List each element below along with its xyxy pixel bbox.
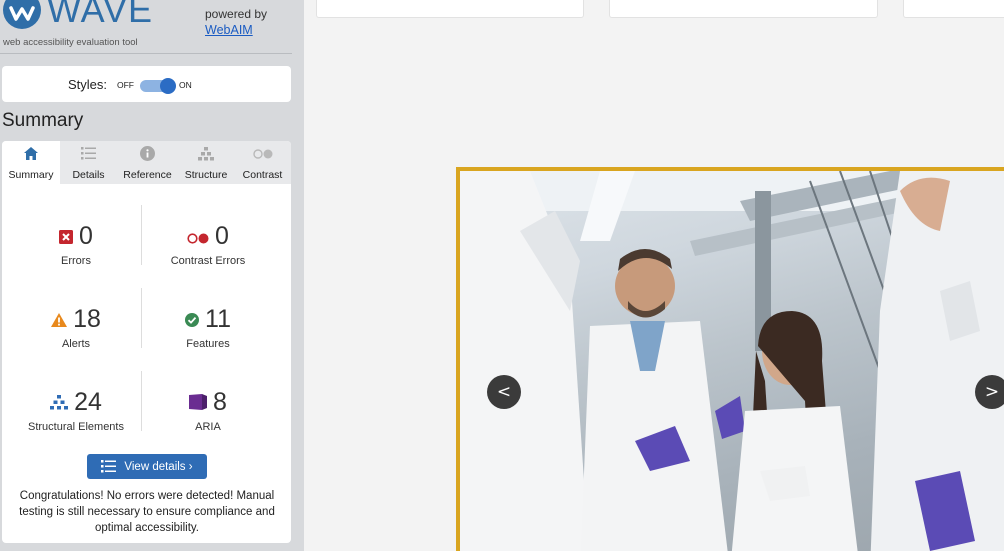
congratulations-message: Congratulations! No errors were detected… <box>19 490 275 534</box>
features-stat[interactable]: 11 Features <box>143 304 273 350</box>
contrast-icon <box>234 146 291 161</box>
contrast-error-icon <box>187 222 209 251</box>
tab-label: Details <box>72 169 105 181</box>
aria-count: 8 <box>213 387 227 416</box>
features-count: 11 <box>205 304 231 333</box>
tab-label: Summary <box>8 169 54 181</box>
wave-tagline: web accessibility evaluation tool <box>3 37 138 48</box>
contrast-errors-count: 0 <box>215 221 229 250</box>
info-icon <box>117 146 178 161</box>
structural-elements-label: Structural Elements <box>28 421 124 433</box>
stats-divider <box>141 371 142 431</box>
powered-by-label: powered by <box>205 7 268 21</box>
summary-panel: Summary Details Reference Structure Cont… <box>2 141 291 543</box>
lab-scientists-photo <box>460 171 1004 551</box>
list-icon <box>60 146 117 161</box>
carousel-next-button[interactable]: > <box>975 375 1004 409</box>
stats-divider <box>141 205 142 265</box>
errors-stat[interactable]: 0 Errors <box>11 221 141 267</box>
tab-details[interactable]: Details <box>60 141 117 184</box>
wave-sidebar: WAVE web accessibility evaluation tool p… <box>0 0 304 551</box>
view-details-label: View details › <box>124 460 193 473</box>
features-label: Features <box>186 338 230 350</box>
feature-icon <box>185 305 200 334</box>
structure-icon <box>50 388 69 417</box>
structural-elements-count: 24 <box>74 387 102 416</box>
aria-label: ARIA <box>195 421 221 433</box>
error-icon <box>59 222 74 251</box>
tab-contrast[interactable]: Contrast <box>234 141 291 184</box>
alert-icon <box>51 305 68 334</box>
webaim-link[interactable]: WebAIM <box>205 23 253 37</box>
wave-logo-icon <box>3 0 41 29</box>
aria-stat[interactable]: 8 ARIA <box>143 387 273 433</box>
tab-summary[interactable]: Summary <box>2 141 60 184</box>
styles-toggle-box: Styles: OFF ON <box>2 66 291 102</box>
alerts-label: Alerts <box>61 338 91 350</box>
list-icon <box>101 460 117 473</box>
top-card <box>609 0 878 18</box>
home-icon <box>2 146 60 161</box>
wave-logo-text: WAVE <box>47 0 154 30</box>
summary-heading: Summary <box>2 110 84 131</box>
errors-count: 0 <box>79 221 93 250</box>
styles-label: Styles: <box>68 77 108 92</box>
structural-elements-stat[interactable]: 24 Structural Elements <box>11 387 141 434</box>
wave-header: WAVE web accessibility evaluation tool p… <box>0 0 292 54</box>
alerts-stat[interactable]: 18 Alerts <box>11 304 141 350</box>
hero-image-carousel: < > <box>456 167 1004 551</box>
tab-reference[interactable]: Reference <box>117 141 178 184</box>
tab-label: Contrast <box>242 169 283 181</box>
view-details-button[interactable]: View details › <box>87 454 207 479</box>
tab-label: Reference <box>123 169 172 181</box>
structure-icon <box>178 146 234 161</box>
tab-label: Structure <box>184 169 228 181</box>
panel-tabs: Summary Details Reference Structure Cont… <box>2 141 291 184</box>
contrast-errors-label: Contrast Errors <box>170 255 246 267</box>
aria-icon <box>189 388 208 417</box>
stats-divider <box>141 288 142 348</box>
errors-label: Errors <box>61 255 91 267</box>
toggle-knob <box>160 78 176 94</box>
top-card <box>316 0 584 18</box>
alerts-count: 18 <box>73 304 101 333</box>
styles-toggle[interactable] <box>140 78 176 94</box>
top-card <box>903 0 1004 18</box>
styles-on-label: ON <box>179 80 192 90</box>
carousel-prev-button[interactable]: < <box>487 375 521 409</box>
contrast-errors-stat[interactable]: 0 Contrast Errors <box>143 221 273 268</box>
tab-structure[interactable]: Structure <box>178 141 234 184</box>
styles-off-label: OFF <box>117 80 134 90</box>
